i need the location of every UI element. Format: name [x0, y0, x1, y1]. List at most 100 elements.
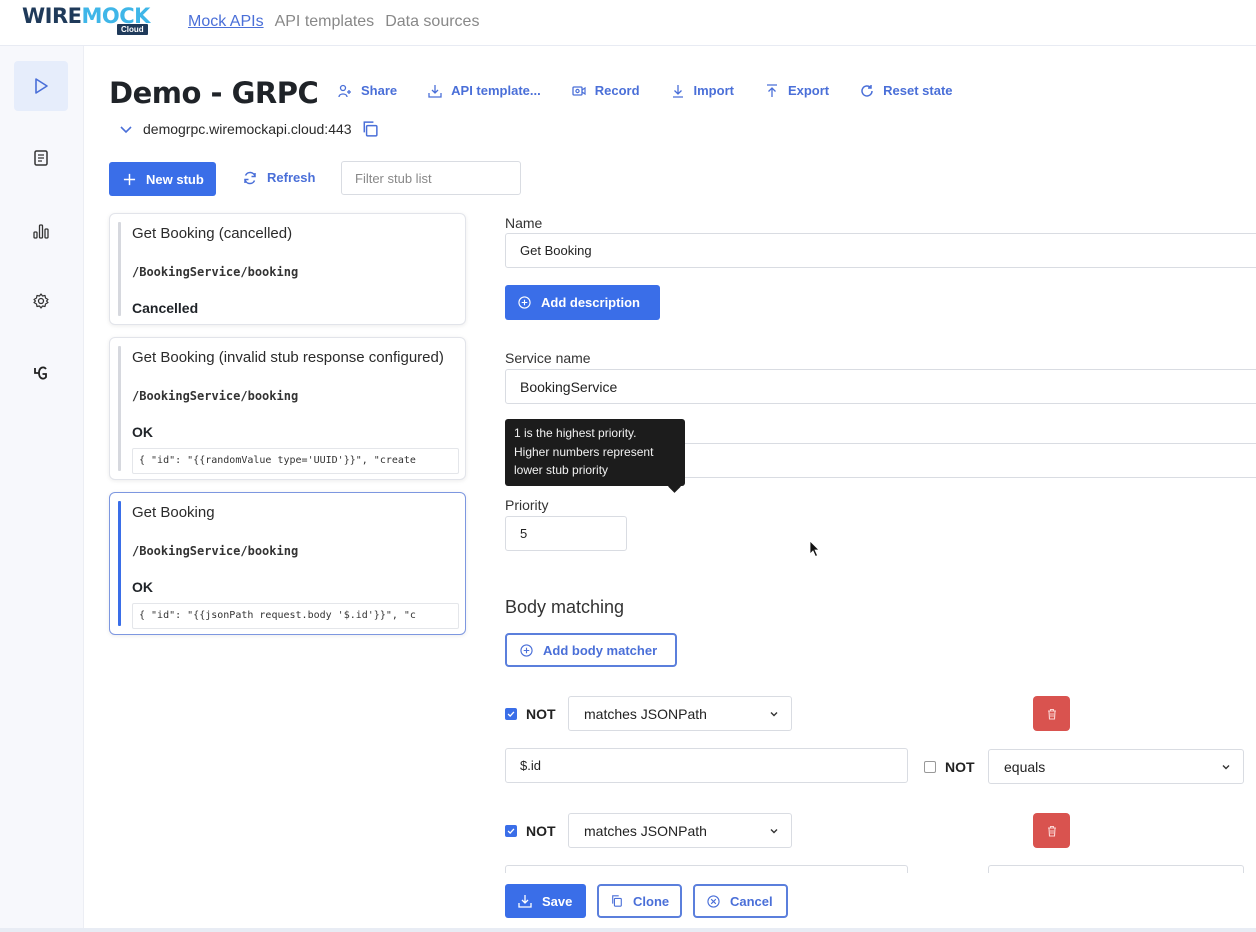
save-label: Save	[542, 893, 573, 909]
sidebar-item-stubs[interactable]	[14, 61, 68, 111]
nav-data-sources[interactable]: Data sources	[385, 13, 479, 31]
delete-matcher-button[interactable]	[1033, 696, 1070, 731]
share-label: Share	[361, 83, 398, 98]
stub-card[interactable]: Get Booking (invalid stub response confi…	[109, 337, 466, 480]
priority-label: Priority	[505, 497, 549, 513]
add-body-matcher-button[interactable]: Add body matcher	[505, 633, 677, 667]
new-stub-label: New stub	[146, 171, 204, 187]
stub-name: Get Booking (invalid stub response confi…	[132, 349, 444, 366]
delete-matcher-button[interactable]	[1033, 813, 1070, 848]
chevron-down-icon	[770, 712, 778, 717]
document-icon	[34, 150, 48, 166]
stub-card-indicator	[118, 346, 121, 471]
stub-status: Cancelled	[132, 300, 199, 316]
sub-matcher-not-toggle: NOT	[924, 759, 975, 775]
copy-icon[interactable]	[362, 121, 378, 137]
download-tray-icon	[428, 84, 442, 98]
not-label: NOT	[526, 823, 556, 839]
chevron-down-icon[interactable]	[119, 122, 133, 136]
wiremock-logo[interactable]: WIREMOCK Cloud	[22, 4, 152, 36]
stub-status: OK	[132, 424, 153, 440]
top-bar: WIREMOCK Cloud Mock APIs API templates D…	[0, 0, 1256, 46]
sub-not-label: NOT	[945, 759, 975, 775]
service-name-label: Service name	[505, 350, 591, 366]
add-body-matcher-label: Add body matcher	[543, 642, 658, 658]
user-plus-icon	[338, 84, 351, 97]
form-footer: Save Clone Cancel	[505, 884, 788, 918]
stub-path: /BookingService/booking	[132, 265, 299, 279]
graphql-icon	[34, 366, 47, 380]
sidebar	[0, 46, 84, 932]
sub-matcher-operator-select[interactable]	[988, 865, 1244, 873]
sidebar-item-graphql[interactable]	[14, 348, 68, 398]
matcher-operator-select[interactable]: matches JSONPath	[568, 813, 792, 848]
matcher-operator-select[interactable]: matches JSONPath	[568, 696, 792, 731]
body-matching-title: Body matching	[505, 597, 625, 617]
mouse-cursor-icon	[809, 540, 820, 558]
name-input[interactable]: Get Booking	[505, 233, 1256, 268]
host-row: demogrpc.wiremockapi.cloud:443	[119, 121, 378, 137]
tooltip-line: 1 is the highest priority.	[514, 426, 637, 440]
trash-icon	[1047, 708, 1056, 720]
stub-card-selected[interactable]: Get Booking /BookingService/booking OK {…	[109, 492, 466, 635]
service-name-input[interactable]: BookingService	[505, 369, 1256, 404]
save-icon	[518, 895, 532, 908]
matcher-not-toggle: NOT	[505, 823, 556, 839]
clone-button[interactable]: Clone	[597, 884, 682, 918]
save-button[interactable]: Save	[505, 884, 586, 918]
tooltip-line: lower stub priority	[514, 463, 609, 477]
stub-path: /BookingService/booking	[132, 544, 299, 558]
clone-label: Clone	[633, 893, 670, 909]
host-url: demogrpc.wiremockapi.cloud:443	[143, 121, 352, 137]
close-circle-icon	[707, 894, 720, 908]
check-icon	[507, 828, 515, 835]
stub-editor-form: Name Get Booking Add description Service…	[505, 46, 1256, 932]
jsonpath-expression-input[interactable]	[505, 865, 908, 873]
operator-value: matches JSONPath	[584, 822, 707, 839]
nav-api-templates[interactable]: API templates	[275, 13, 375, 31]
filter-stub-input[interactable]	[341, 161, 521, 195]
not-checkbox[interactable]	[505, 825, 517, 837]
jsonpath-expression-input[interactable]: $.id	[505, 748, 908, 783]
stub-name: Get Booking	[132, 504, 215, 521]
refresh-label: Refresh	[267, 170, 316, 185]
refresh-button[interactable]: Refresh	[243, 170, 315, 185]
stub-body-preview: { "id": "{{randomValue type='UUID'}}", "…	[132, 448, 459, 474]
copy-icon	[612, 895, 622, 907]
logo-cloud-badge: Cloud	[117, 24, 148, 35]
stub-name: Get Booking (cancelled)	[132, 225, 293, 242]
cancel-label: Cancel	[730, 893, 773, 909]
not-checkbox[interactable]	[505, 708, 517, 720]
sidebar-item-analytics[interactable]	[14, 206, 68, 256]
stub-body-preview: { "id": "{{jsonPath request.body '$.id'}…	[132, 603, 459, 629]
gear-icon	[33, 293, 49, 309]
stub-path: /BookingService/booking	[132, 389, 299, 403]
share-button[interactable]: Share	[338, 83, 397, 98]
bottom-edge	[0, 928, 1256, 932]
trash-icon	[1047, 825, 1056, 837]
refresh-icon	[244, 171, 256, 184]
plus-circle-icon	[520, 643, 533, 657]
add-description-button[interactable]: Add description	[505, 285, 660, 320]
sub-not-checkbox[interactable]	[924, 761, 936, 773]
plus-icon	[123, 173, 136, 185]
new-stub-button[interactable]: New stub	[109, 162, 216, 196]
tooltip-line: Higher numbers represent	[514, 444, 654, 459]
priority-input[interactable]: 5	[505, 516, 627, 551]
stub-card[interactable]: Get Booking (cancelled) /BookingService/…	[109, 213, 466, 325]
stub-status: OK	[132, 579, 153, 595]
sub-matcher-operator-select[interactable]: equals	[988, 749, 1244, 784]
sidebar-item-logs[interactable]	[14, 133, 68, 183]
check-icon	[507, 711, 515, 718]
name-label: Name	[505, 215, 543, 231]
chevron-down-icon	[770, 829, 778, 834]
play-icon	[35, 78, 48, 94]
stub-card-indicator	[118, 501, 121, 626]
not-label: NOT	[526, 706, 556, 722]
main-content: Demo - GRPC Share API template... Record…	[84, 46, 1256, 932]
logo-word-wire: WIRE	[22, 4, 82, 28]
matcher-not-toggle: NOT	[505, 706, 556, 722]
nav-mock-apis[interactable]: Mock APIs	[188, 13, 264, 31]
sidebar-item-settings[interactable]	[14, 276, 68, 326]
cancel-button[interactable]: Cancel	[693, 884, 788, 918]
